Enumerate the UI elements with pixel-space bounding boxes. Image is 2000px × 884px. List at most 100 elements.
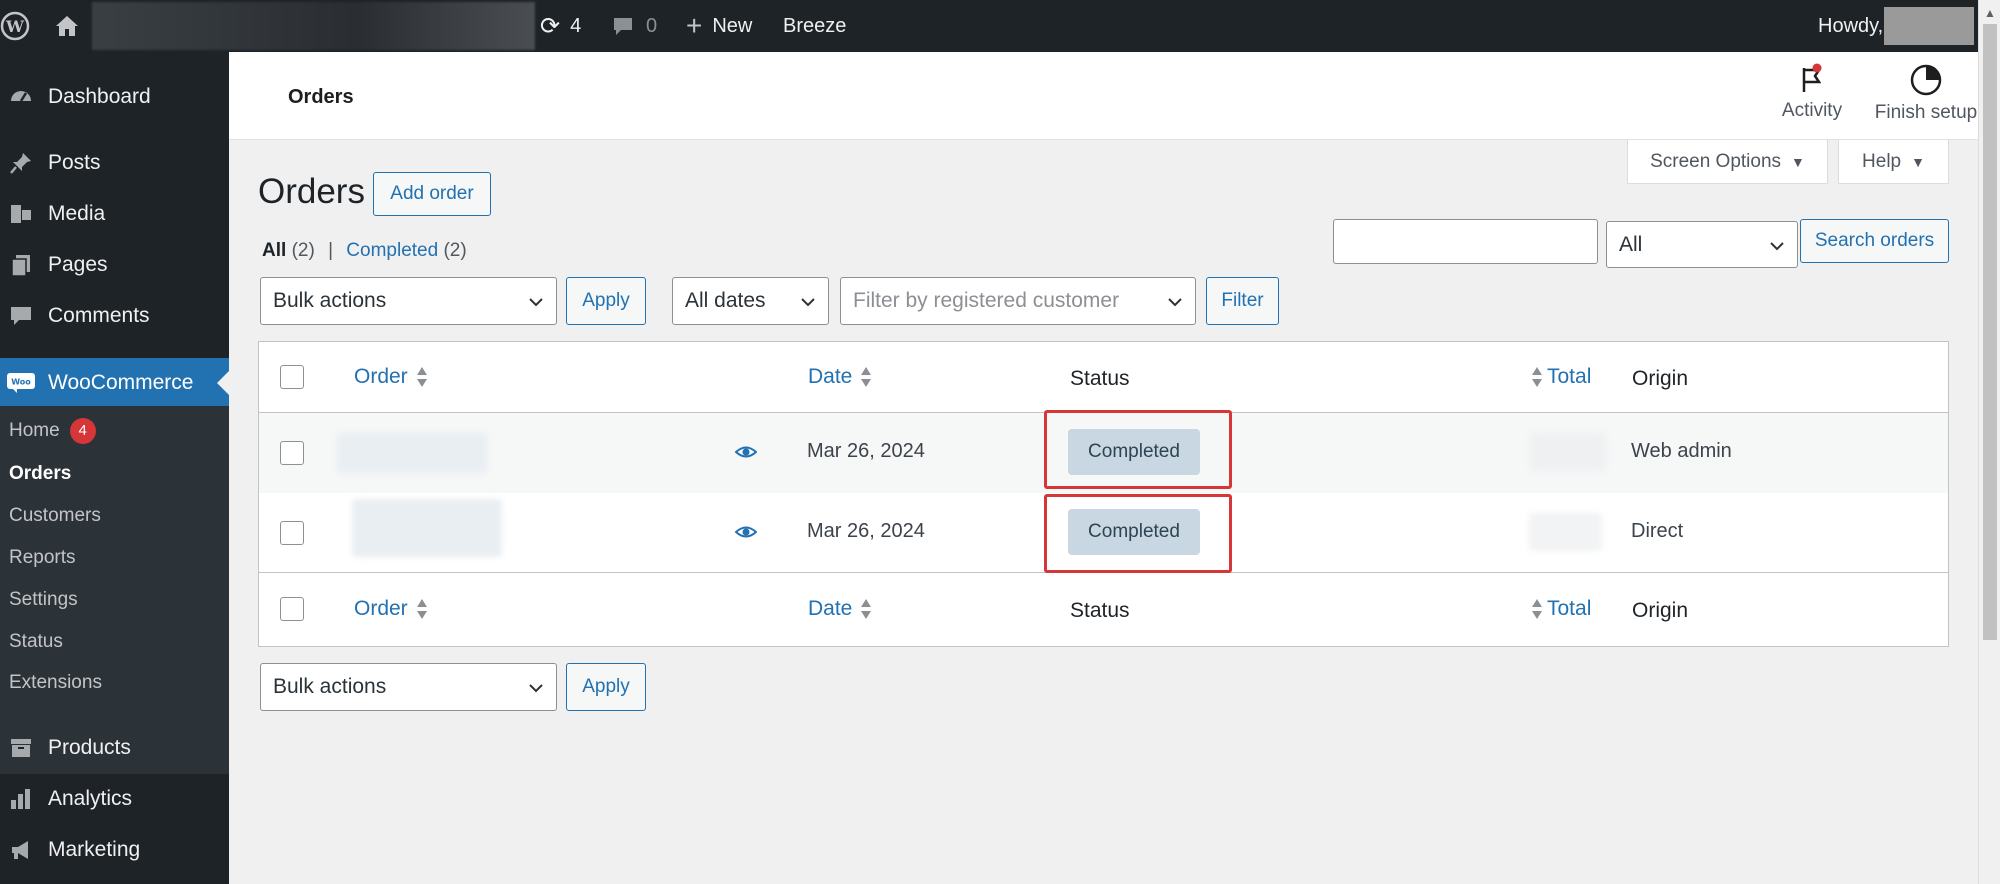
filter-button[interactable]: Filter xyxy=(1206,277,1279,325)
sidebar-item-products[interactable]: Products xyxy=(0,723,229,773)
dates-filter-value: All dates xyxy=(685,289,766,312)
filter-completed-link[interactable]: Completed xyxy=(346,240,438,261)
bulk-actions-select-bottom[interactable]: Bulk actions xyxy=(260,663,557,711)
archive-icon xyxy=(4,735,38,761)
filter-completed-count: (2) xyxy=(443,240,467,261)
table-row[interactable]: Mar 26, 2024 Completed Direct xyxy=(259,493,1948,573)
submenu-item-label: Status xyxy=(9,631,63,652)
submenu-item-label: Settings xyxy=(9,589,78,610)
column-header-origin: Origin xyxy=(1632,599,1689,622)
sidebar-item-label: Analytics xyxy=(48,787,133,810)
column-header-date[interactable]: Date xyxy=(808,597,872,621)
updates-item[interactable]: ⟳ 4 xyxy=(540,0,581,52)
submenu-item-label: Customers xyxy=(9,505,101,526)
breeze-item[interactable]: Breeze xyxy=(783,0,846,52)
page-title: Orders xyxy=(258,172,365,211)
select-all-checkbox[interactable] xyxy=(280,597,304,621)
home-icon[interactable] xyxy=(54,0,84,52)
my-account-item[interactable]: Howdy, xyxy=(1818,0,1883,52)
help-toggle[interactable]: Help ▼ xyxy=(1838,140,1949,184)
customer-filter-placeholder: Filter by registered customer xyxy=(853,289,1120,312)
scroll-up-icon[interactable]: ▲ xyxy=(1984,6,1996,20)
header-title: Orders xyxy=(288,86,354,108)
screen-options-label: Screen Options xyxy=(1650,150,1782,172)
submenu-item-orders[interactable]: Orders xyxy=(9,459,71,489)
comment-icon xyxy=(4,303,38,329)
order-number-redacted[interactable] xyxy=(352,499,502,557)
search-orders-button[interactable]: Search orders xyxy=(1800,219,1949,263)
row-checkbox[interactable] xyxy=(280,521,304,545)
submenu-item-label: Extensions xyxy=(9,672,102,693)
submenu-item-reports[interactable]: Reports xyxy=(9,543,76,573)
submenu-item-settings[interactable]: Settings xyxy=(9,585,78,615)
submenu-item-customers[interactable]: Customers xyxy=(9,501,101,531)
preview-eye-icon[interactable] xyxy=(735,443,757,461)
submenu-item-status[interactable]: Status xyxy=(9,627,63,657)
comments-item[interactable]: 0 xyxy=(612,0,657,52)
sort-icon xyxy=(1532,599,1542,619)
finish-setup-button[interactable]: Finish setup xyxy=(1856,62,1996,124)
plus-icon: + xyxy=(686,10,703,41)
notification-badge: 4 xyxy=(69,418,96,444)
avatar[interactable] xyxy=(1884,7,1974,45)
filter-all-count: (2) xyxy=(291,240,315,261)
svg-text:W: W xyxy=(5,17,25,36)
chevron-down-icon xyxy=(529,684,543,693)
column-header-total[interactable]: Total xyxy=(1531,597,1591,621)
filter-all-link[interactable]: All xyxy=(262,240,286,261)
column-header-origin: Origin xyxy=(1632,367,1689,390)
bulk-actions-select[interactable]: Bulk actions xyxy=(260,277,557,325)
progress-circle-icon xyxy=(1910,64,1942,96)
column-header-order[interactable]: Order xyxy=(354,597,428,621)
sidebar-item-pages[interactable]: Pages xyxy=(0,240,229,290)
sidebar-item-dashboard[interactable]: Dashboard xyxy=(0,72,229,122)
apply-button-bottom[interactable]: Apply xyxy=(566,663,646,711)
add-order-button[interactable]: Add order xyxy=(373,172,491,216)
sidebar-item-label: Posts xyxy=(48,151,101,174)
chevron-down-icon xyxy=(801,298,815,307)
table-row[interactable]: Mar 26, 2024 Completed Web admin xyxy=(259,410,1948,493)
vertical-scrollbar[interactable]: ▲ xyxy=(1978,0,2000,884)
dates-filter-select[interactable]: All dates xyxy=(672,277,829,325)
sort-icon xyxy=(416,367,427,387)
media-icon xyxy=(4,201,38,227)
screen-options-toggle[interactable]: Screen Options ▼ xyxy=(1627,140,1828,184)
table-footer-row: Order Date Status Total Origin xyxy=(259,573,1948,646)
column-header-date[interactable]: Date xyxy=(808,365,872,389)
column-header-order[interactable]: Order xyxy=(354,365,428,389)
apply-button[interactable]: Apply xyxy=(566,277,646,325)
site-name-redacted[interactable] xyxy=(92,2,535,50)
preview-eye-icon[interactable] xyxy=(735,523,757,541)
sidebar-item-comments[interactable]: Comments xyxy=(0,291,229,341)
sidebar-item-woocommerce[interactable]: Woo WooCommerce xyxy=(0,358,229,408)
customer-filter-select[interactable]: Filter by registered customer xyxy=(840,277,1196,325)
row-checkbox[interactable] xyxy=(280,441,304,465)
sidebar-item-posts[interactable]: Posts xyxy=(0,138,229,188)
select-all-checkbox[interactable] xyxy=(280,365,304,389)
sidebar-item-label: Dashboard xyxy=(48,85,151,108)
column-header-total[interactable]: Total xyxy=(1531,365,1591,389)
column-label: Total xyxy=(1547,365,1592,388)
sidebar-item-marketing[interactable]: Marketing xyxy=(0,825,229,875)
submenu-item-extensions[interactable]: Extensions xyxy=(9,668,102,698)
wordpress-logo-icon[interactable]: W xyxy=(0,0,34,52)
sidebar-item-analytics[interactable]: Analytics xyxy=(0,774,229,824)
activity-button[interactable]: Activity xyxy=(1760,62,1864,122)
admin-sidebar: Dashboard Posts Media Pages Comments Woo… xyxy=(0,52,229,884)
submenu-item-label: Orders xyxy=(9,463,72,484)
new-content-item[interactable]: + New xyxy=(686,0,752,52)
submenu-item-home[interactable]: Home 4 xyxy=(9,416,96,446)
submenu-item-label: Home xyxy=(9,420,60,441)
sidebar-item-media[interactable]: Media xyxy=(0,189,229,239)
pages-icon xyxy=(4,252,38,278)
filter-all-label: All xyxy=(262,240,287,261)
order-number-redacted[interactable] xyxy=(337,433,487,473)
help-label: Help xyxy=(1862,150,1902,172)
status-badge: Completed xyxy=(1068,429,1200,475)
search-status-select[interactable]: All xyxy=(1606,221,1798,268)
caret-down-icon: ▼ xyxy=(1791,153,1805,170)
order-total-redacted xyxy=(1529,513,1602,551)
filter-completed-label: Completed xyxy=(346,240,439,261)
search-input[interactable] xyxy=(1333,219,1598,264)
bar-chart-icon xyxy=(4,786,38,812)
